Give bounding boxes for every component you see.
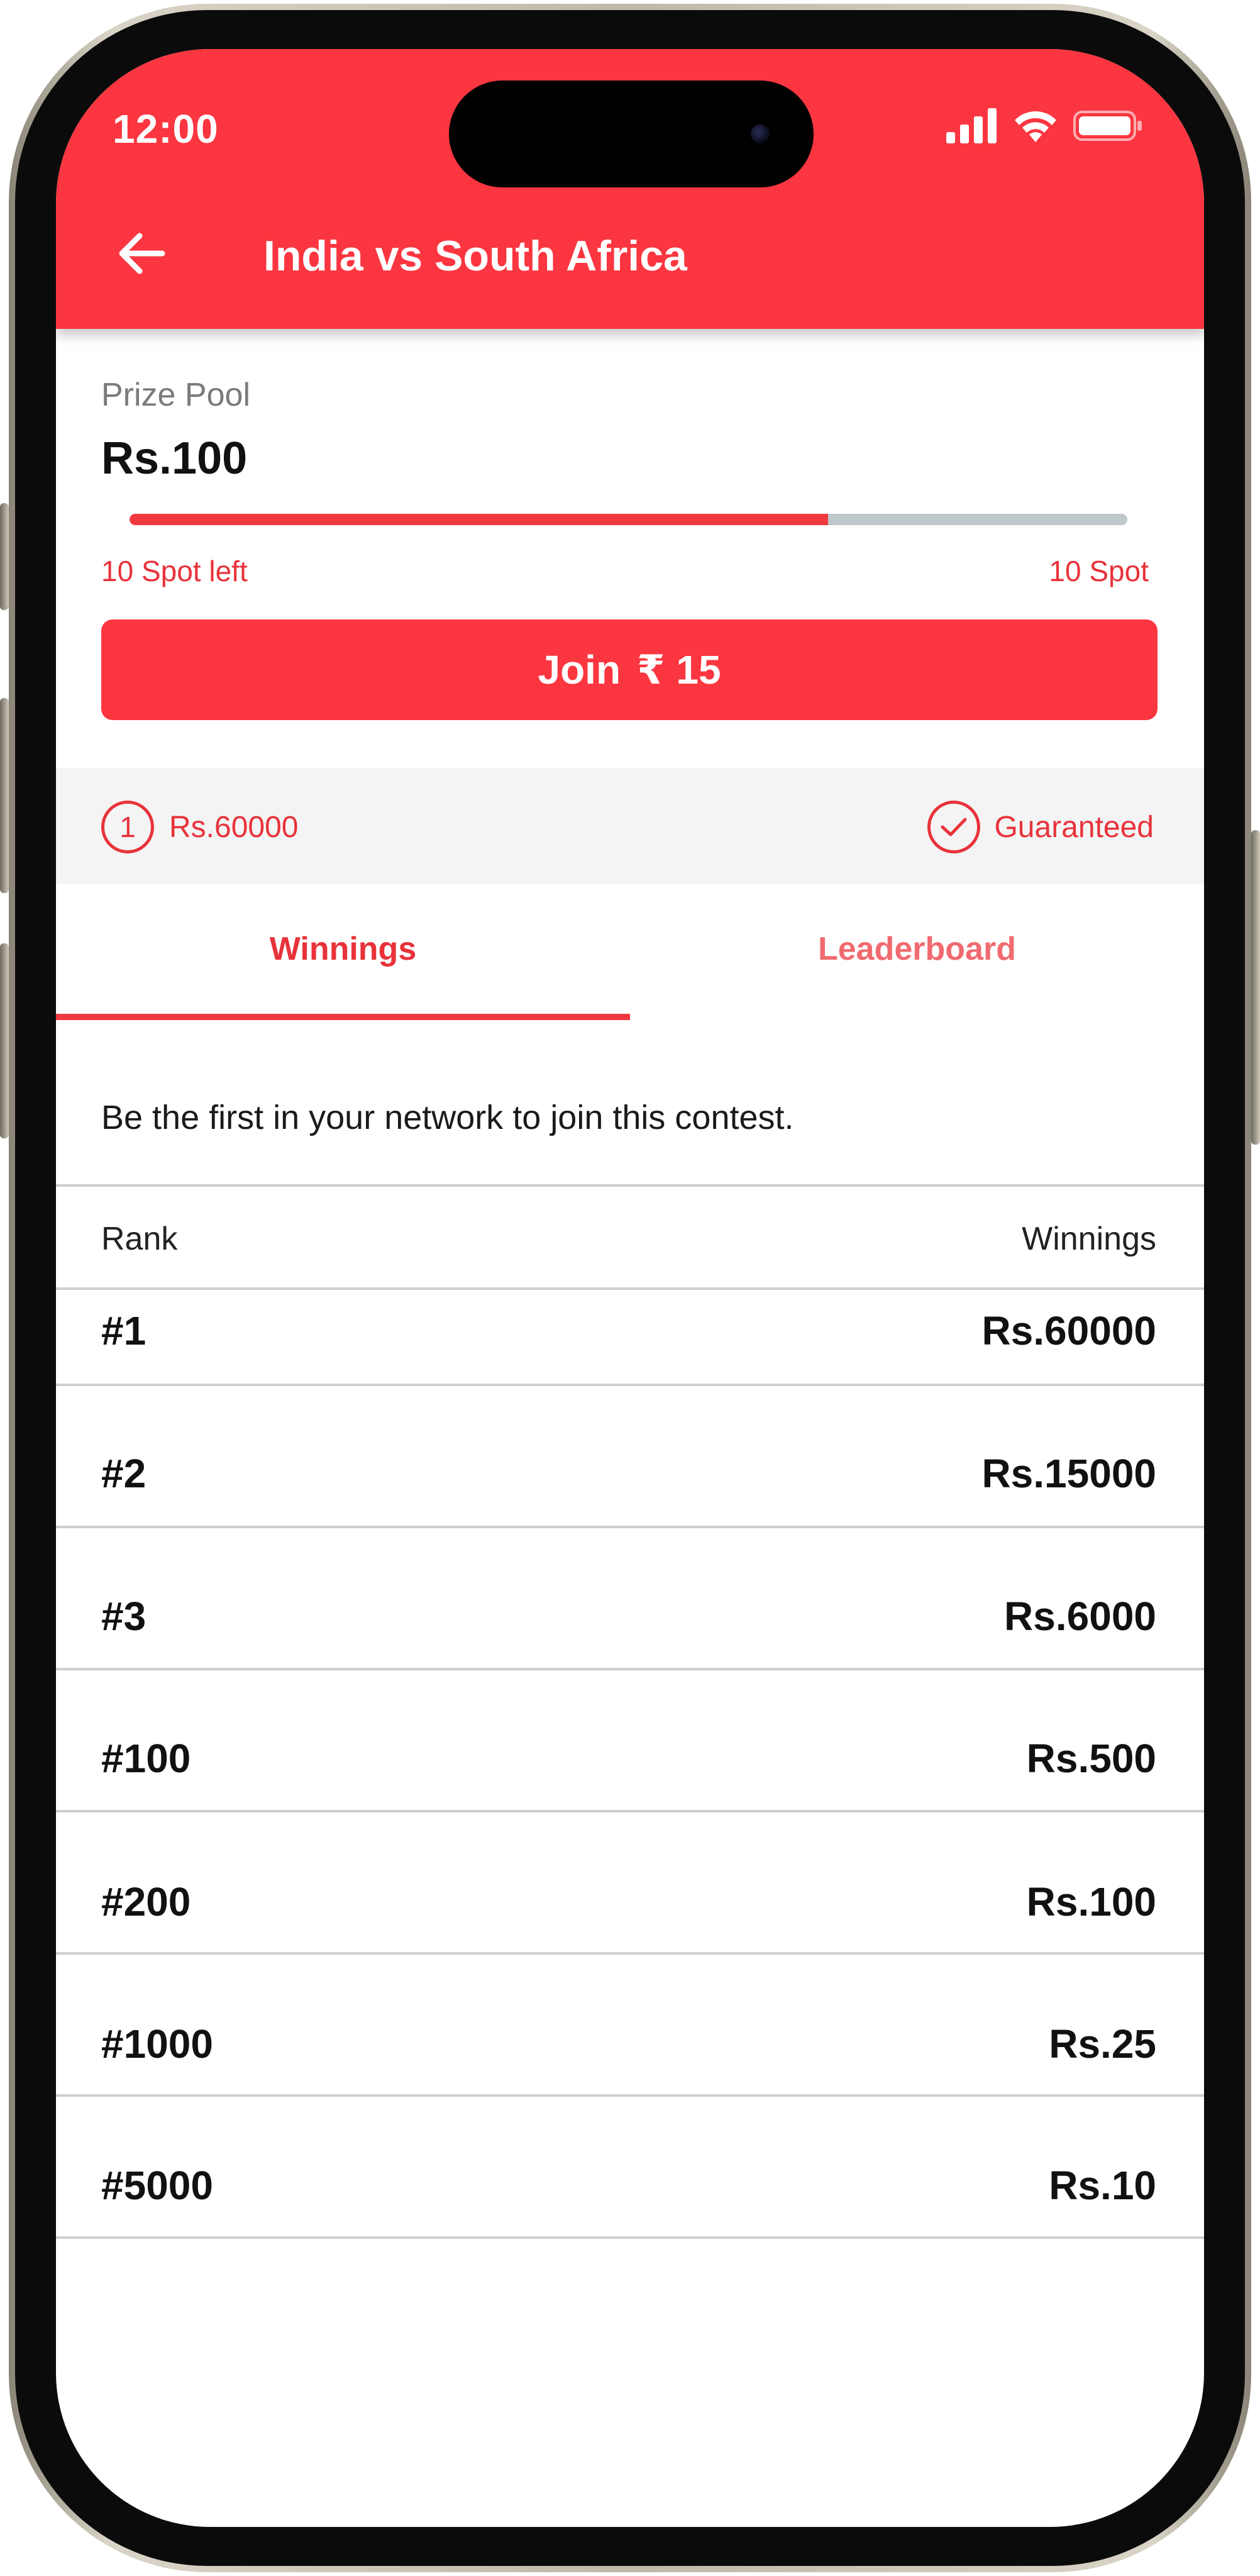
signal-icon bbox=[946, 108, 997, 143]
row-rank: #1 bbox=[101, 1308, 146, 1353]
rank-column-header: Rank bbox=[101, 1221, 178, 1257]
rupee-symbol: ₹ bbox=[637, 647, 665, 692]
row-amount: Rs.500 bbox=[1026, 1736, 1156, 1781]
tab-leaderboard[interactable]: Leaderboard bbox=[630, 884, 1204, 1013]
prize-pool-label: Prize Pool bbox=[101, 377, 250, 413]
back-button[interactable] bbox=[103, 216, 179, 291]
row-amount: Rs.6000 bbox=[1004, 1594, 1156, 1639]
first-prize-amount: Rs.60000 bbox=[169, 810, 299, 844]
table-row: #5000 Rs.10 bbox=[56, 2097, 1204, 2239]
app-screen: 12:00 India vs South Africa Prize Pool R… bbox=[56, 49, 1204, 2527]
contest-tabs: Winnings Leaderboard bbox=[56, 884, 1204, 1013]
table-row: #200 Rs.100 bbox=[56, 1813, 1204, 1955]
first-prize-info: 1 Rs.60000 bbox=[101, 801, 298, 853]
row-amount: Rs.10 bbox=[1049, 2163, 1156, 2208]
status-time: 12:00 bbox=[113, 106, 219, 152]
power-button bbox=[1251, 830, 1260, 1145]
page-title: India vs South Africa bbox=[263, 232, 687, 280]
check-circle-icon bbox=[927, 801, 981, 853]
network-message: Be the first in your network to join thi… bbox=[101, 1099, 794, 1136]
volume-up-button bbox=[0, 698, 9, 893]
battery-icon bbox=[1073, 111, 1142, 141]
status-icons bbox=[946, 107, 1144, 145]
app-header: 12:00 India vs South Africa bbox=[56, 49, 1204, 329]
prize-pool-amount: Rs.100 bbox=[101, 433, 248, 484]
front-camera bbox=[751, 125, 770, 143]
row-amount: Rs.15000 bbox=[981, 1451, 1156, 1496]
guaranteed-badge: Guaranteed bbox=[927, 801, 1154, 853]
spots-left-label: 10 Spot left bbox=[101, 555, 248, 587]
join-contest-button[interactable]: Join ₹ 15 bbox=[101, 619, 1158, 720]
divider bbox=[56, 1184, 1204, 1187]
phone-frame: 12:00 India vs South Africa Prize Pool R… bbox=[0, 0, 1260, 2576]
row-amount: Rs.100 bbox=[1026, 1879, 1156, 1924]
spots-progress-bar bbox=[130, 514, 1127, 525]
winnings-column-header: Winnings bbox=[1022, 1221, 1156, 1257]
volume-down-button bbox=[0, 943, 9, 1138]
spots-progress-fill bbox=[130, 514, 828, 525]
join-price-value: 15 bbox=[676, 647, 721, 692]
row-rank: #3 bbox=[101, 1594, 146, 1639]
row-amount: Rs.60000 bbox=[981, 1308, 1156, 1353]
rank-one-icon: 1 bbox=[101, 801, 154, 853]
dynamic-island bbox=[449, 80, 814, 187]
wifi-icon bbox=[1015, 111, 1056, 142]
active-tab-indicator bbox=[56, 1014, 630, 1020]
join-label: Join bbox=[538, 647, 621, 692]
arrow-left-icon bbox=[119, 233, 165, 274]
row-rank: #2 bbox=[101, 1451, 146, 1496]
row-rank: #100 bbox=[101, 1736, 191, 1781]
spots-total-label: 10 Spot bbox=[1049, 555, 1149, 587]
table-row: #1000 Rs.25 bbox=[56, 1955, 1204, 2097]
row-rank: #1000 bbox=[101, 2021, 213, 2067]
table-row: #1 Rs.60000 bbox=[56, 1290, 1204, 1386]
contest-info-strip: 1 Rs.60000 Guaranteed bbox=[56, 768, 1204, 884]
table-row: #100 Rs.500 bbox=[56, 1670, 1204, 1813]
tab-winnings[interactable]: Winnings bbox=[56, 884, 630, 1013]
row-amount: Rs.25 bbox=[1049, 2021, 1156, 2067]
join-price: ₹ 15 bbox=[637, 647, 721, 694]
row-rank: #200 bbox=[101, 1879, 191, 1924]
guaranteed-label: Guaranteed bbox=[994, 810, 1154, 844]
table-row: #2 Rs.15000 bbox=[56, 1386, 1204, 1528]
mute-switch bbox=[0, 503, 9, 610]
table-row: #3 Rs.6000 bbox=[56, 1528, 1204, 1670]
row-rank: #5000 bbox=[101, 2163, 213, 2208]
